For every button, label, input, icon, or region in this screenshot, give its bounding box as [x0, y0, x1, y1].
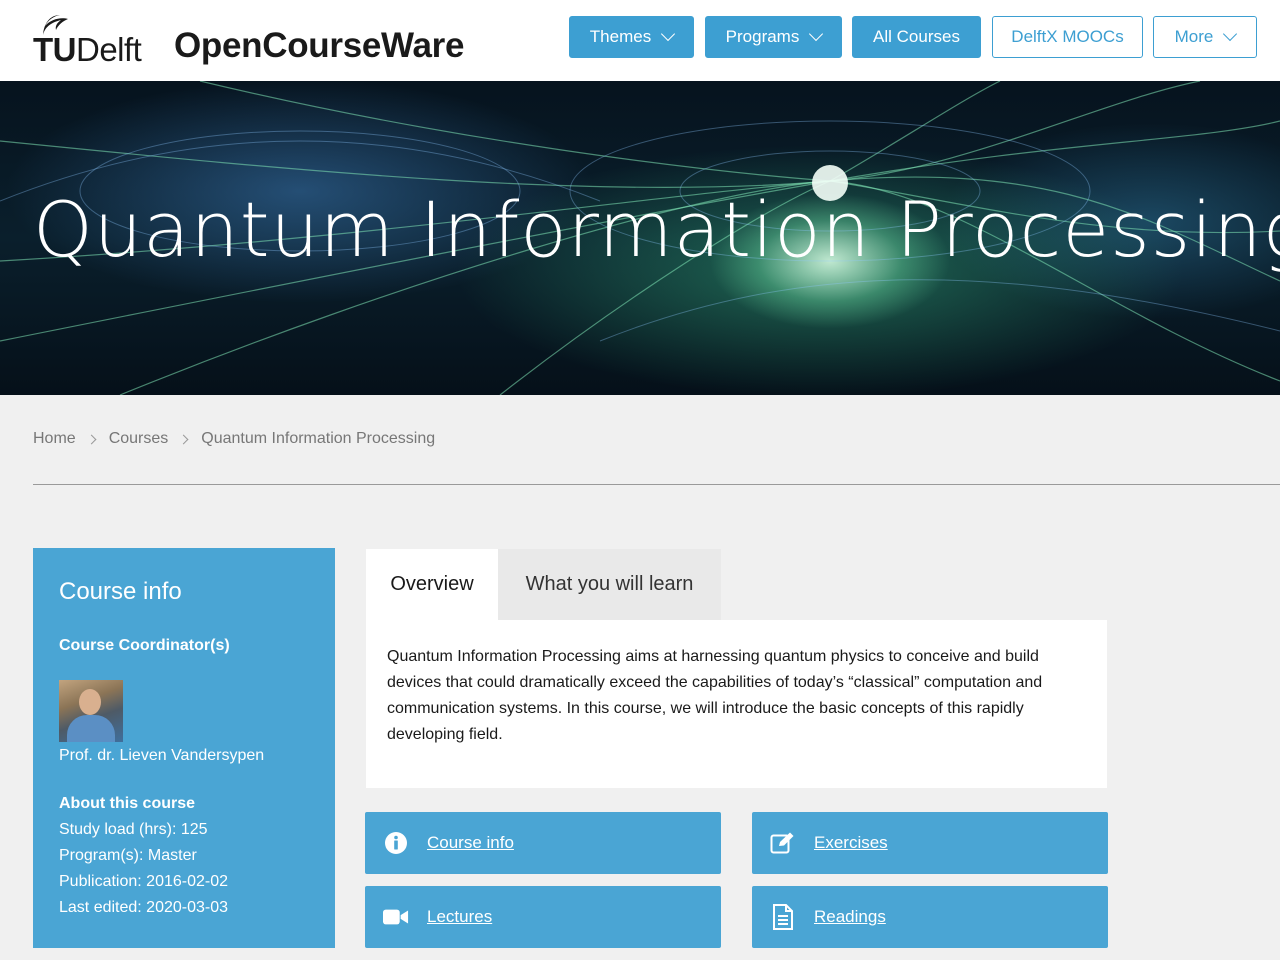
about-heading: About this course — [59, 795, 196, 812]
tab-what-you-will-learn[interactable]: What you will learn — [498, 549, 721, 620]
readings-link[interactable]: Readings — [814, 907, 886, 927]
chevron-right-icon — [178, 434, 189, 444]
exercises-link[interactable]: Exercises — [814, 833, 888, 853]
nav-all-courses-button[interactable]: All Courses — [852, 16, 981, 58]
chevron-right-icon — [86, 434, 97, 444]
breadcrumb-courses-link[interactable]: Courses — [109, 430, 169, 448]
lectures-tile[interactable]: Lectures — [365, 886, 721, 948]
breadcrumb: Home Courses Quantum Information Process… — [33, 430, 435, 448]
nav-delftx-moocs-label: DelftX MOOCs — [1011, 27, 1124, 46]
programs: Program(s): Master — [59, 847, 197, 864]
lectures-link[interactable]: Lectures — [427, 907, 492, 927]
coordinator-name: Prof. dr. Lieven Vandersypen — [59, 747, 265, 764]
publication-date: Publication: 2016-02-02 — [59, 873, 229, 890]
avatar-body-shape — [67, 715, 115, 742]
readings-tile[interactable]: Readings — [752, 886, 1108, 948]
study-load: Study load (hrs): 125 — [59, 821, 208, 838]
site-header: TUDelft OpenCourseWare Themes Programs A… — [0, 0, 1280, 81]
tab-overview[interactable]: Overview — [366, 549, 498, 620]
edit-icon — [770, 831, 796, 855]
course-title: Quantum Information Processing — [33, 185, 1280, 274]
document-icon — [770, 904, 796, 930]
nav-all-courses-label: All Courses — [873, 27, 960, 46]
chevron-down-icon — [809, 26, 824, 42]
nav-themes-button[interactable]: Themes — [569, 16, 694, 58]
overview-text: Quantum Information Processing aims at h… — [387, 648, 1043, 743]
breadcrumb-divider — [33, 484, 1280, 485]
overview-panel: Quantum Information Processing aims at h… — [366, 620, 1107, 788]
chevron-down-icon — [1223, 26, 1238, 42]
avatar-head-shape — [79, 689, 101, 715]
logo-text: TUDelft — [33, 31, 142, 68]
site-title[interactable]: OpenCourseWare — [174, 26, 464, 66]
video-camera-icon — [383, 905, 409, 929]
nav-programs-label: Programs — [725, 27, 800, 46]
nav-programs-button[interactable]: Programs — [705, 16, 842, 58]
nav-themes-label: Themes — [589, 27, 652, 46]
coordinator-heading: Course Coordinator(s) — [59, 637, 230, 654]
exercises-tile[interactable]: Exercises — [752, 812, 1108, 874]
info-icon — [383, 831, 409, 855]
nav-delftx-moocs-button[interactable]: DelftX MOOCs — [992, 16, 1143, 58]
course-info-link[interactable]: Course info — [427, 833, 514, 853]
hero-banner: Quantum Information Processing — [0, 81, 1280, 395]
coordinator-avatar — [59, 680, 123, 742]
nav-more-button[interactable]: More — [1153, 16, 1257, 58]
course-info-sidebar: Course info Course Coordinator(s) Prof. … — [33, 548, 335, 948]
course-info-tile[interactable]: Course info — [365, 812, 721, 874]
sidebar-title: Course info — [59, 578, 182, 605]
chevron-down-icon — [661, 26, 676, 42]
breadcrumb-current: Quantum Information Processing — [201, 430, 436, 447]
breadcrumb-home-link[interactable]: Home — [33, 430, 76, 448]
nav-more-label: More — [1174, 27, 1214, 46]
last-edited-date: Last edited: 2020-03-03 — [59, 899, 229, 916]
tudelft-logo[interactable]: TUDelft — [33, 14, 149, 68]
